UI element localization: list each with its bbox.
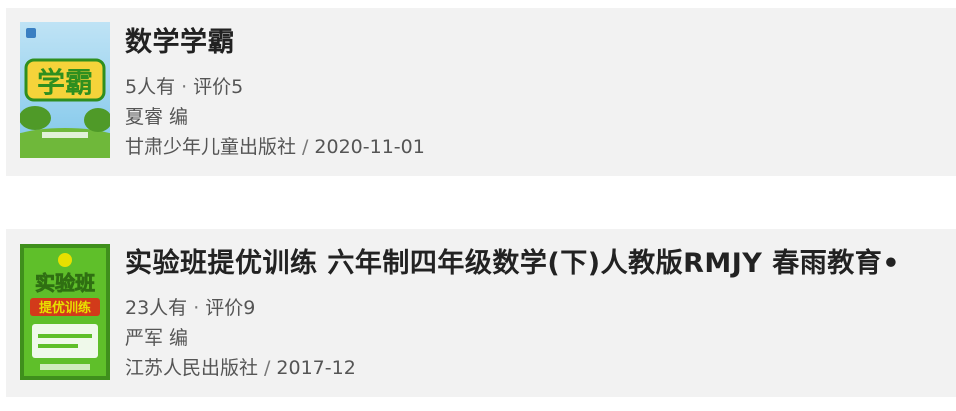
publish-separator: / [302,136,309,158]
book-publisher[interactable]: 江苏人民出版社 [125,357,258,379]
book-info: 实验班提优训练 六年制四年级数学(下)人教版RMJY 春雨教育• 23人有 · 评价… [125,243,956,383]
book-stats: 23人有 · 评价9 [125,293,956,323]
book-publisher[interactable]: 甘肃少年儿童出版社 [125,136,296,158]
book-publish-date: 2020-11-01 [314,136,425,158]
book-title[interactable]: 实验班提优训练 六年制四年级数学(下)人教版RMJY 春雨教育• [125,243,956,285]
book-title[interactable]: 数学学霸 [125,22,956,64]
book-card[interactable]: 学霸 数学学霸 5人有 · 评价5 夏睿 编 甘肃少年儿童出版社 /2020-11-0… [6,8,956,176]
book-card[interactable]: 实验班 提优训练 实验班提优训练 六年制四年级数学(下)人教版RMJY 春雨教育… [6,229,956,397]
book-publish-date: 2017-12 [276,357,356,379]
cover-subtitle-art: 提优训练 [39,300,91,316]
meta-separator: · [193,297,200,319]
book-cover-image[interactable]: 实验班 提优训练 [20,244,110,380]
book-publish-info: 甘肃少年儿童出版社 /2020-11-01 [125,132,956,162]
cover-title-art: 实验班 [35,271,95,295]
book-info: 数学学霸 5人有 · 评价5 夏睿 编 甘肃少年儿童出版社 /2020-11-01 [125,22,956,162]
meta-separator: · [181,76,188,98]
rating-count: 评价9 [205,297,256,319]
book-cover-image[interactable]: 学霸 [20,22,110,158]
owner-count: 23人有 [125,297,188,319]
book-publish-info: 江苏人民出版社 /2017-12 [125,353,956,383]
owner-count: 5人有 [125,76,176,98]
book-cover-art: 学霸 [20,22,110,158]
book-cover-art: 实验班 提优训练 [20,244,110,380]
book-stats: 5人有 · 评价5 [125,72,956,102]
rating-count: 评价5 [193,76,244,98]
book-list: 学霸 数学学霸 5人有 · 评价5 夏睿 编 甘肃少年儿童出版社/2020-11-0… [0,0,956,411]
book-author: 夏睿 编 [125,106,189,128]
cover-title-art: 学霸 [37,66,93,99]
publish-separator: / [264,357,271,379]
book-author: 严军 编 [125,327,189,349]
